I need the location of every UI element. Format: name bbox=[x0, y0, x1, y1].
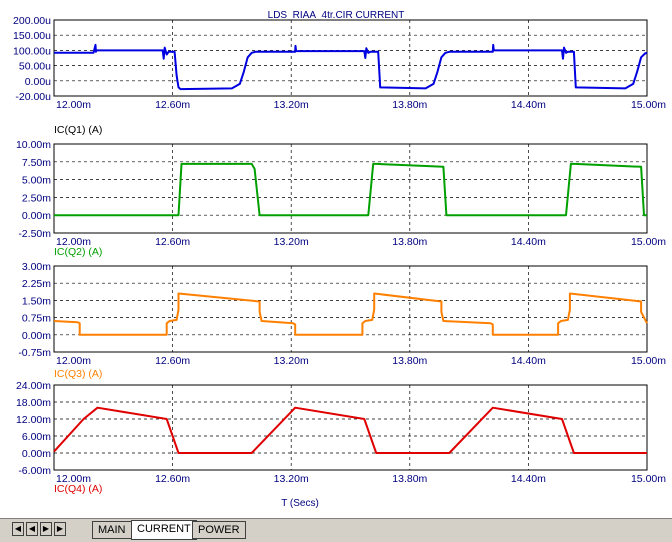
x-tick-label: 13.80m bbox=[392, 355, 427, 367]
x-tick-label: 13.20m bbox=[274, 473, 309, 485]
tab-current[interactable]: CURRENT bbox=[131, 520, 197, 540]
tab-bar: ◀ ◀ ▶ ▶ MAIN CURRENT POWER bbox=[0, 518, 672, 542]
x-tick-label: 13.20m bbox=[274, 355, 309, 367]
x-tick-label: 15.00m bbox=[631, 473, 666, 485]
last-page-button[interactable]: ▶ bbox=[54, 522, 66, 536]
y-tick-label: 1.50m bbox=[22, 295, 51, 307]
series-line bbox=[53, 406, 647, 454]
first-page-button[interactable]: ◀ bbox=[12, 522, 24, 536]
x-tick-label: 15.00m bbox=[631, 355, 666, 367]
series-label: IC(Q1) (A) bbox=[54, 124, 102, 136]
y-tick-label: 0.00m bbox=[22, 210, 51, 222]
y-tick-label: 6.00m bbox=[22, 431, 51, 443]
y-tick-label: 100.00u bbox=[13, 45, 51, 57]
y-tick-label: -6.00m bbox=[18, 465, 51, 477]
x-tick-label: 14.40m bbox=[511, 236, 546, 248]
x-tick-label: 12.60m bbox=[155, 355, 190, 367]
y-tick-label: 200.00u bbox=[13, 15, 51, 27]
x-tick-label: 13.80m bbox=[392, 236, 427, 248]
x-tick-label: 13.20m bbox=[274, 99, 309, 111]
x-tick-label: 14.40m bbox=[511, 99, 546, 111]
y-tick-label: 50.00u bbox=[19, 61, 51, 73]
prev-page-button[interactable]: ◀ bbox=[26, 522, 38, 536]
series-label: IC(Q4) (A) bbox=[54, 483, 102, 495]
y-tick-label: 12.00m bbox=[16, 414, 51, 426]
x-tick-label: 13.80m bbox=[392, 99, 427, 111]
y-tick-label: 7.50m bbox=[22, 157, 51, 169]
y-tick-label: 10.00m bbox=[16, 139, 51, 151]
y-tick-label: 2.50m bbox=[22, 192, 51, 204]
x-tick-label: 15.00m bbox=[631, 99, 666, 111]
x-tick-label: 12.60m bbox=[155, 99, 190, 111]
x-tick-label: 14.40m bbox=[511, 473, 546, 485]
x-axis-label: T (Secs) bbox=[281, 498, 319, 509]
x-tick-label: 12.00m bbox=[56, 99, 91, 111]
y-tick-label: 0.75m bbox=[22, 313, 51, 325]
y-tick-label: 24.00m bbox=[16, 380, 51, 392]
series-line bbox=[54, 43, 648, 91]
y-tick-label: 2.25m bbox=[22, 278, 51, 290]
y-tick-label: 150.00u bbox=[13, 30, 51, 42]
plot-frame bbox=[53, 384, 648, 471]
y-tick-label: 18.00m bbox=[16, 397, 51, 409]
x-tick-label: 15.00m bbox=[631, 236, 666, 248]
y-tick-label: -2.50m bbox=[18, 228, 51, 240]
tab-power[interactable]: POWER bbox=[192, 521, 246, 539]
tab-main[interactable]: MAIN bbox=[92, 521, 132, 539]
y-tick-label: -20.00u bbox=[15, 91, 51, 103]
x-tick-label: 12.00m bbox=[56, 355, 91, 367]
series-label: IC(Q3) (A) bbox=[54, 368, 102, 380]
waveform-plot: LDS_RIAA_4tr.CIR CURRENT 12.00m 12.60m 13.2… bbox=[13, 10, 666, 509]
y-tick-label: 3.00m bbox=[22, 261, 51, 273]
x-tick-label: 14.40m bbox=[511, 355, 546, 367]
x-tick-label: 12.60m bbox=[155, 473, 190, 485]
chart-title: LDS_RIAA_4tr.CIR CURRENT bbox=[268, 10, 405, 21]
plot-frame bbox=[53, 143, 648, 234]
y-tick-label: 0.00m bbox=[22, 448, 51, 460]
plot-frame bbox=[53, 19, 648, 97]
x-tick-label: 13.20m bbox=[274, 236, 309, 248]
plot-frame bbox=[53, 265, 648, 353]
series-label: IC(Q2) (A) bbox=[54, 246, 102, 258]
x-tick-label: 12.60m bbox=[155, 236, 190, 248]
y-tick-label: 0.00m bbox=[22, 330, 51, 342]
y-tick-label: 0.00u bbox=[25, 76, 51, 88]
series-line bbox=[53, 292, 648, 336]
next-page-button[interactable]: ▶ bbox=[40, 522, 52, 536]
x-tick-label: 13.80m bbox=[392, 473, 427, 485]
series-line bbox=[54, 162, 647, 217]
y-tick-label: -0.75m bbox=[18, 347, 51, 359]
y-tick-label: 5.00m bbox=[22, 175, 51, 187]
